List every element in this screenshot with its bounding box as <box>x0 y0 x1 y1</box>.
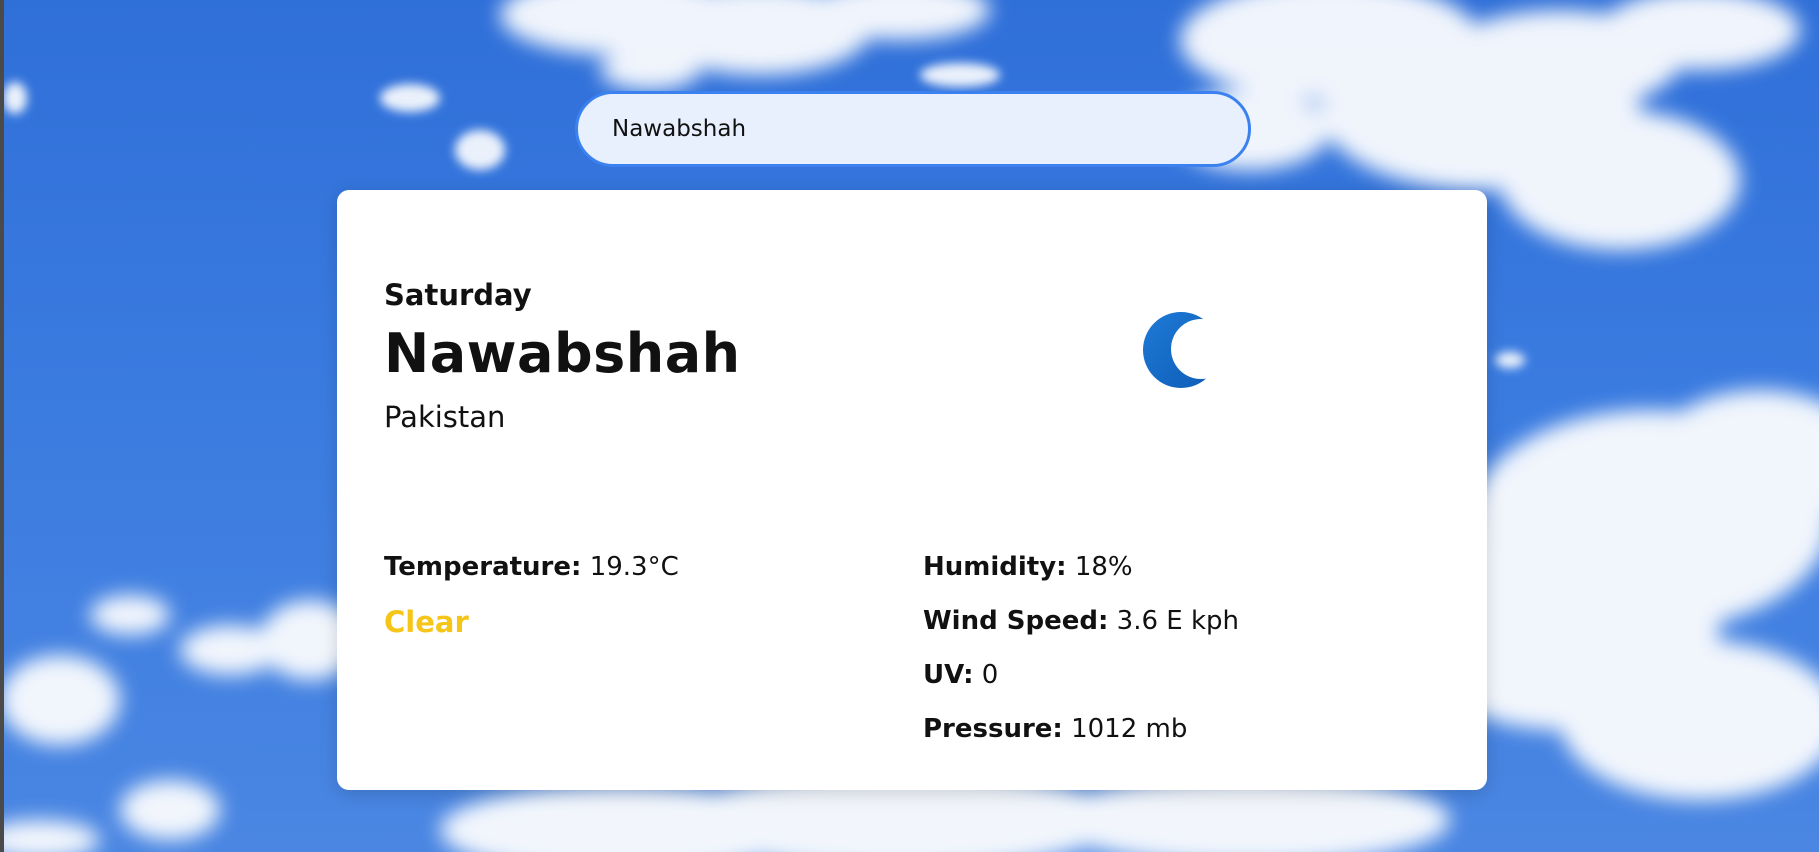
temperature-value: 19.3°C <box>589 552 679 582</box>
wind-speed-label: Wind Speed: <box>923 606 1109 636</box>
weather-card: Saturday Nawabshah Pakistan Temperature:… <box>337 190 1487 790</box>
city-name: Nawabshah <box>384 322 741 385</box>
wind-speed-value: 3.6 E kph <box>1116 606 1240 636</box>
country-name: Pakistan <box>384 400 506 434</box>
uv-label: UV: <box>923 660 974 690</box>
crescent-moon-icon <box>1141 305 1219 395</box>
search-input[interactable] <box>612 94 1212 164</box>
window-edge <box>0 0 4 852</box>
uv-value: 0 <box>981 660 999 690</box>
day-label: Saturday <box>384 278 532 312</box>
humidity-value: 18% <box>1074 552 1133 582</box>
humidity-label: Humidity: <box>923 552 1067 582</box>
pressure-value: 1012 mb <box>1071 714 1188 744</box>
search-bar[interactable] <box>575 91 1251 167</box>
wind-speed-stat: Wind Speed: 3.6 E kph <box>923 606 1239 636</box>
pressure-stat: Pressure: 1012 mb <box>923 714 1187 744</box>
temperature-label: Temperature: <box>384 552 582 582</box>
pressure-label: Pressure: <box>923 714 1063 744</box>
humidity-stat: Humidity: 18% <box>923 552 1133 582</box>
uv-stat: UV: 0 <box>923 660 998 690</box>
condition-text: Clear <box>384 605 469 639</box>
temperature-stat: Temperature: 19.3°C <box>384 552 679 582</box>
